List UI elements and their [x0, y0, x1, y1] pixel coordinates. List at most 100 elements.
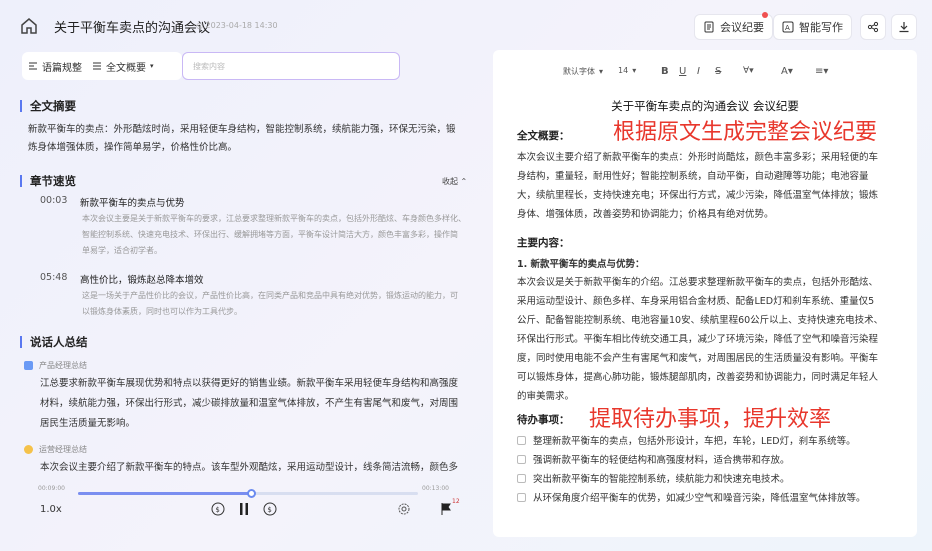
avatar: [24, 361, 33, 370]
todo-text[interactable]: 突出新款平衡车的智能控制系统，续航能力和快速充电技术。: [533, 471, 790, 485]
speaker-text: 材料，续航能力强，环保出行形式，减少碳排放量和温室气体排放，不产生有害尾气和废气…: [40, 398, 459, 409]
todo-checkbox[interactable]: [517, 435, 526, 445]
speakers-heading: 说话人总结: [20, 336, 88, 348]
chevron-up-icon: ⌃: [460, 177, 468, 186]
svg-text:$: $: [267, 506, 271, 514]
chapter-title[interactable]: 高性价比，锻炼赵总降本增效: [80, 272, 204, 286]
minutes-button[interactable]: 会议纪要: [694, 14, 773, 40]
speaker-label: 运营经理总结: [24, 444, 87, 455]
progress-fill: [78, 492, 252, 495]
rewind-icon[interactable]: $: [210, 501, 226, 517]
pause-icon[interactable]: [236, 501, 252, 517]
speaker-label: 产品经理总结: [24, 360, 87, 371]
speaker-text: 江总要求新款平衡车展现优势和特点以获得更好的销售业绩。新款平衡车采用轻便车身结构…: [40, 378, 459, 389]
progress-handle[interactable]: [247, 489, 257, 498]
summary-line[interactable]: 大，续航里程长，支持快速充电；环保出行方式，减少污染，降低温室气体排放；锻炼: [517, 186, 897, 205]
point-line[interactable]: 度，同时使用电能不会产生有害尾气和废气，对周围居民的生活质量没有影响。平衡车: [517, 349, 897, 368]
smart-writing-label: 智能写作: [799, 21, 843, 34]
todo-item: 整理新款平衡车的卖点，包括外形设计，车把，车轮，LED灯，刹车系统等。: [517, 433, 856, 447]
home-icon[interactable]: [20, 17, 38, 35]
point-line[interactable]: 环保出行形式。平衡车相比传统交通工具，减少了环境污染，降低了空气和噪音污染程: [517, 330, 897, 349]
chapter-desc: 以锻炼身体素质，同时也可以作为工具代步。: [82, 307, 242, 316]
meeting-time: ◎ 2023-04-18 14:30: [196, 21, 278, 30]
svg-text:$: $: [215, 506, 219, 514]
font-color-icon[interactable]: A▾: [781, 66, 793, 77]
summary-line[interactable]: 身结构，重量轻，耐用性好；智能控制系统，自动平衡，自动避障等功能；电池容量: [517, 167, 897, 186]
speaker-text: 居民生活质量无影响。: [40, 418, 136, 429]
chapter-desc: 单易学，适合初学者。: [82, 246, 162, 255]
meeting-title[interactable]: 关于平衡车卖点的沟通会议: [54, 17, 210, 36]
flag-count: 12: [452, 498, 460, 505]
main-content-heading[interactable]: 主要内容：: [517, 235, 570, 250]
search-input[interactable]: 搜索内容: [182, 52, 400, 80]
chevron-down-icon: ▾: [599, 67, 604, 76]
settings-icon[interactable]: [396, 501, 412, 517]
forward-icon[interactable]: $: [262, 501, 278, 517]
smart-writing-button[interactable]: A 智能写作: [773, 14, 852, 40]
point-line[interactable]: 可以锻炼身体，提高心肺功能，锻炼腿部肌肉，改善姿势和协调能力，同时满足年轻人: [517, 368, 897, 387]
audio-player: 00:09:00 00:13:00 1.0x $ $ 12: [12, 480, 468, 540]
download-button[interactable]: [891, 14, 917, 40]
point-heading[interactable]: 1. 新款平衡车的卖点与优势：: [517, 255, 897, 274]
speed-button[interactable]: 1.0x: [40, 504, 62, 515]
view-toolbar: 语篇规整 全文概要 ▾: [22, 52, 182, 80]
italic-icon[interactable]: I: [697, 66, 700, 77]
font-select[interactable]: 默认字体 ▾: [563, 66, 603, 77]
size-select[interactable]: 14 ▾: [618, 66, 636, 75]
annotation-text: 根据原文生成完整会议纪要: [613, 120, 878, 145]
todo-checkbox[interactable]: [517, 454, 526, 464]
summary-text-1: 新款平衡车的卖点：外形酷炫时尚，采用轻便车身结构，智能控制系统，续航能力强，环保…: [28, 124, 456, 135]
svg-text:A: A: [785, 24, 790, 32]
summary-heading: 全文摘要: [20, 100, 76, 112]
chapter-time[interactable]: 05:48: [40, 272, 67, 283]
todo-text[interactable]: 强调新款平衡车的轻便结构和高强度材料，适合携带和存放。: [533, 452, 790, 466]
strikethrough-icon[interactable]: S: [715, 66, 721, 77]
todo-checkbox[interactable]: [517, 473, 526, 483]
collapse-button[interactable]: 收起 ⌃: [442, 176, 467, 187]
minutes-editor: 默认字体 ▾ 14 ▾ B U I S ∀▾ A▾ ≡▾ 关于平衡车卖点的沟通会议 …: [493, 50, 917, 537]
avatar: [24, 445, 33, 454]
point-line[interactable]: 本次会议是关于新款平衡车的介绍。江总要求整理新款平衡车的卖点，包括外形酷炫、: [517, 273, 897, 292]
summary-line[interactable]: 本次会议主要介绍了新款平衡车的卖点：外形时尚酷炫，颜色丰富多彩；采用轻便的车: [517, 148, 897, 167]
normalize-toggle[interactable]: 语篇规整: [28, 59, 82, 74]
progress-track[interactable]: [78, 489, 418, 498]
document-title[interactable]: 关于平衡车卖点的沟通会议 会议纪要: [493, 98, 917, 114]
collapse-label: 收起: [442, 177, 458, 186]
highlight-icon[interactable]: ∀▾: [743, 66, 754, 76]
todo-heading[interactable]: 待办事项：: [517, 412, 570, 427]
overview-label: 全文概要: [106, 62, 146, 74]
todo-checkbox[interactable]: [517, 492, 526, 502]
chapter-title[interactable]: 新款平衡车的卖点与优势: [80, 195, 185, 209]
notification-dot: [762, 12, 768, 18]
point-line[interactable]: 公斤、配备智能控制系统、电池容量10安、续航里程60公斤以上、支持快速充电技术、: [517, 311, 897, 330]
align-icon[interactable]: ≡▾: [815, 66, 828, 77]
underline-icon[interactable]: U: [679, 66, 686, 77]
chevron-down-icon: ▾: [150, 62, 154, 70]
chapter-time[interactable]: 00:03: [40, 195, 67, 206]
current-time: 00:09:00: [38, 485, 65, 492]
total-time: 00:13:00: [422, 485, 449, 492]
annotation-text: 提取待办事项，提升效率: [589, 407, 832, 432]
todo-text[interactable]: 从环保角度介绍平衡车的优势，如减少空气和噪音污染，降低温室气体排放等。: [533, 490, 866, 504]
share-icon: [867, 21, 879, 33]
transcript-panel: 语篇规整 全文概要 ▾ 搜索内容 全文摘要 新款平衡车的卖点：外形酷炫时尚，采用…: [12, 52, 482, 542]
summary-line[interactable]: 身体、增强体质，改善姿势和协调能力；价格具有绝对优势。: [517, 205, 897, 224]
summary-heading[interactable]: 全文概要：: [517, 128, 570, 143]
chevron-down-icon: ▾: [632, 66, 637, 75]
point-line[interactable]: 采用运动型设计、颜色多样、车身采用铝合金材质、配备LED灯和刹车系统、重量仅5: [517, 292, 897, 311]
align-icon: [29, 62, 37, 70]
todo-text[interactable]: 整理新款平衡车的卖点，包括外形设计，车把，车轮，LED灯，刹车系统等。: [533, 433, 856, 447]
summary-text-2: 炼身体增强体质，操作简单易学，价格性价比高。: [28, 142, 238, 153]
share-button[interactable]: [860, 14, 886, 40]
document-icon: [704, 21, 714, 33]
normalize-label: 语篇规整: [42, 62, 82, 74]
download-icon: [899, 22, 909, 33]
bold-icon[interactable]: B: [661, 66, 669, 77]
overview-select[interactable]: 全文概要 ▾: [92, 59, 154, 74]
chapters-heading: 章节速览: [20, 175, 76, 187]
minutes-label: 会议纪要: [720, 21, 764, 34]
todo-item: 从环保角度介绍平衡车的优势，如减少空气和噪音污染，降低温室气体排放等。: [517, 490, 866, 504]
todo-item: 强调新款平衡车的轻便结构和高强度材料，适合携带和存放。: [517, 452, 790, 466]
size-label: 14: [618, 66, 629, 75]
speaker-text: 本次会议主要介绍了新款平衡车的特点。该车型外观酷炫，采用运动型设计，线条简洁流畅…: [40, 462, 459, 473]
